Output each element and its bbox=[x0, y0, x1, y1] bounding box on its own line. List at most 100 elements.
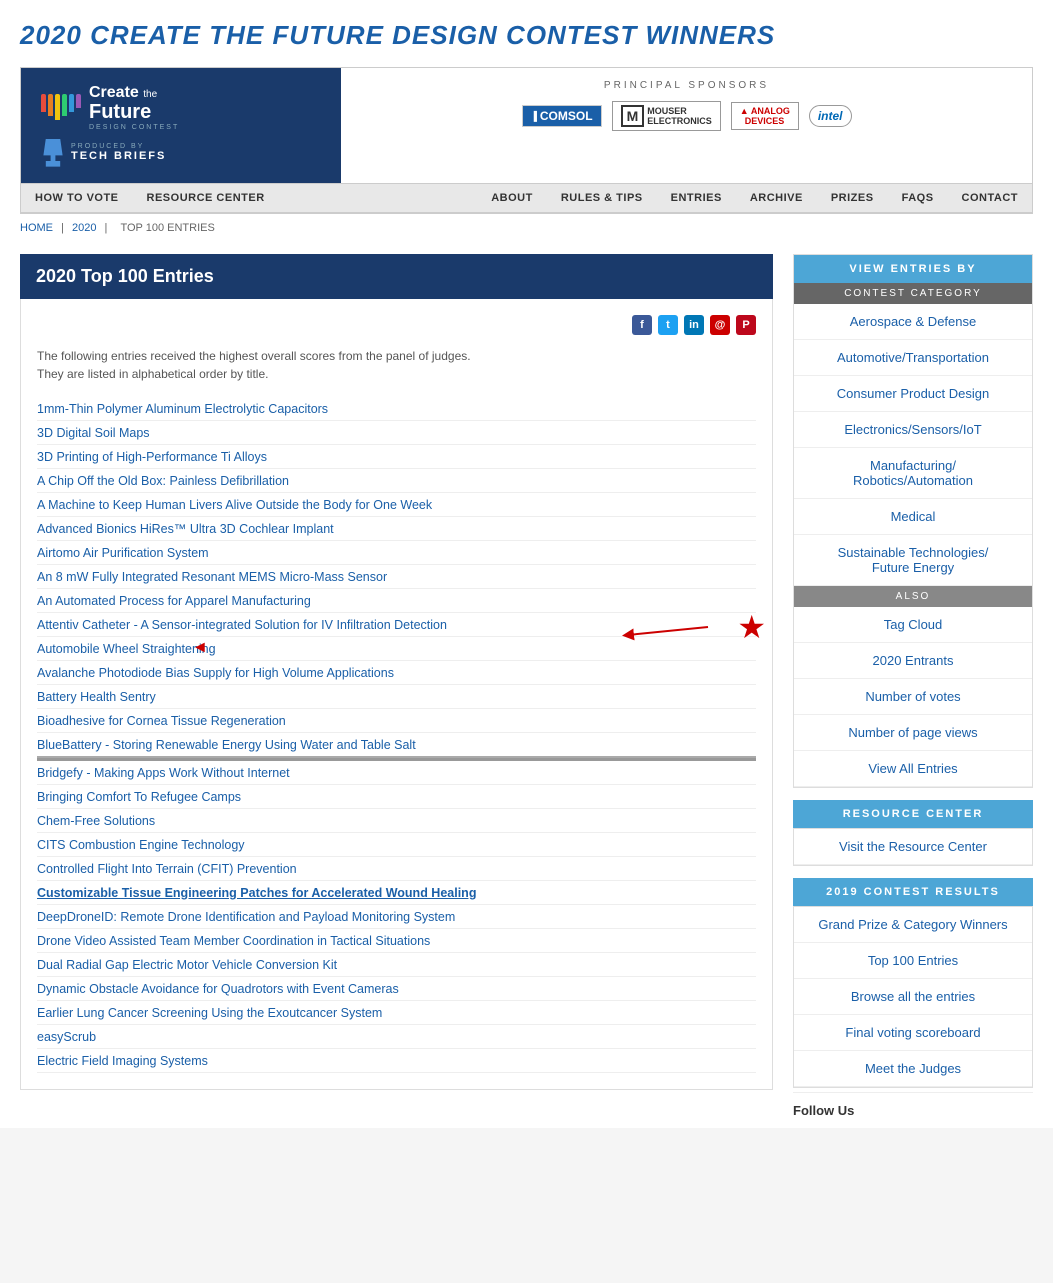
entry-link[interactable]: Chem-Free Solutions bbox=[37, 814, 155, 828]
list-item: Bringing Comfort To Refugee Camps bbox=[37, 785, 756, 809]
list-item: Advanced Bionics HiRes™ Ultra 3D Cochlea… bbox=[37, 517, 756, 541]
nav-rules-tips[interactable]: RULES & TIPS bbox=[547, 184, 657, 212]
entry-link[interactable]: Advanced Bionics HiRes™ Ultra 3D Cochlea… bbox=[37, 522, 334, 536]
entry-link[interactable]: 1mm-Thin Polymer Aluminum Electrolytic C… bbox=[37, 402, 328, 416]
main-layout: 2020 Top 100 Entries f t in @ P The foll… bbox=[20, 254, 1033, 1128]
content-area: 2020 Top 100 Entries f t in @ P The foll… bbox=[20, 254, 793, 1128]
entry-link[interactable]: An 8 mW Fully Integrated Resonant MEMS M… bbox=[37, 570, 387, 584]
breadcrumb-sep2: | bbox=[105, 222, 108, 234]
nav-how-to-vote[interactable]: HOW TO VOTE bbox=[21, 184, 133, 212]
intro-text: The following entries received the highe… bbox=[37, 347, 756, 383]
breadcrumb-home[interactable]: HOME bbox=[20, 222, 53, 234]
comsol-logo: ▐ COMSOL bbox=[522, 105, 602, 127]
entry-link[interactable]: BlueBattery - Storing Renewable Energy U… bbox=[37, 738, 416, 752]
list-item: Dual Radial Gap Electric Motor Vehicle C… bbox=[37, 953, 756, 977]
email-icon[interactable]: @ bbox=[710, 315, 730, 335]
list-item: Earlier Lung Cancer Screening Using the … bbox=[37, 1001, 756, 1025]
entry-link[interactable]: Dynamic Obstacle Avoidance for Quadrotor… bbox=[37, 982, 399, 996]
sidebar-item-medical[interactable]: Medical bbox=[794, 499, 1032, 535]
twitter-icon[interactable]: t bbox=[658, 315, 678, 335]
entry-link-attentiv[interactable]: Attentiv Catheter - A Sensor-integrated … bbox=[37, 618, 447, 632]
site-header: Create the Future DESIGN CONTEST PRODUCE… bbox=[20, 67, 1033, 214]
nav-faqs[interactable]: FAQS bbox=[888, 184, 948, 212]
entry-link[interactable]: CITS Combustion Engine Technology bbox=[37, 838, 245, 852]
sidebar-categories-block: VIEW ENTRIES BY CONTEST CATEGORY Aerospa… bbox=[793, 254, 1033, 788]
nav-right-group: ABOUT RULES & TIPS ENTRIES ARCHIVE PRIZE… bbox=[477, 184, 1032, 212]
sidebar-item-number-votes[interactable]: Number of votes bbox=[794, 679, 1032, 715]
list-item: Bridgefy - Making Apps Work Without Inte… bbox=[37, 761, 756, 785]
entry-link[interactable]: Controlled Flight Into Terrain (CFIT) Pr… bbox=[37, 862, 297, 876]
entry-link[interactable]: Bioadhesive for Cornea Tissue Regenerati… bbox=[37, 714, 286, 728]
list-item: Automobile Wheel Straightening ◄ bbox=[37, 637, 756, 661]
entry-link[interactable]: Drone Video Assisted Team Member Coordin… bbox=[37, 934, 430, 948]
linkedin-icon[interactable]: in bbox=[684, 315, 704, 335]
entry-link[interactable]: An Automated Process for Apparel Manufac… bbox=[37, 594, 311, 608]
nav-prizes[interactable]: PRIZES bbox=[817, 184, 888, 212]
breadcrumb: HOME | 2020 | TOP 100 ENTRIES bbox=[20, 214, 1033, 242]
sidebar-view-entries-title: VIEW ENTRIES BY bbox=[794, 255, 1032, 283]
entry-link[interactable]: Bridgefy - Making Apps Work Without Inte… bbox=[37, 766, 290, 780]
pinterest-icon[interactable]: P bbox=[736, 315, 756, 335]
nav-resource-center[interactable]: RESOURCE CENTER bbox=[133, 184, 279, 212]
list-item: A Machine to Keep Human Livers Alive Out… bbox=[37, 493, 756, 517]
sidebar-final-voting-scoreboard[interactable]: Final voting scoreboard bbox=[794, 1015, 1032, 1051]
nav-archive[interactable]: ARCHIVE bbox=[736, 184, 817, 212]
section-title-bar: 2020 Top 100 Entries bbox=[20, 254, 773, 299]
sidebar-item-automotive[interactable]: Automotive/Transportation bbox=[794, 340, 1032, 376]
sidebar-browse-entries[interactable]: Browse all the entries bbox=[794, 979, 1032, 1015]
nav-about[interactable]: ABOUT bbox=[477, 184, 547, 212]
sidebar-item-2020-entrants[interactable]: 2020 Entrants bbox=[794, 643, 1032, 679]
entry-link[interactable]: Electric Field Imaging Systems bbox=[37, 1054, 208, 1068]
sidebar-item-consumer[interactable]: Consumer Product Design bbox=[794, 376, 1032, 412]
sidebar-item-sustainable[interactable]: Sustainable Technologies/ Future Energy bbox=[794, 535, 1032, 586]
entry-link[interactable]: 3D Digital Soil Maps bbox=[37, 426, 150, 440]
breadcrumb-year[interactable]: 2020 bbox=[72, 222, 96, 234]
entry-link-customizable[interactable]: Customizable Tissue Engineering Patches … bbox=[37, 886, 476, 900]
page-title: 2020 CREATE THE FUTURE DESIGN CONTEST WI… bbox=[20, 20, 1033, 51]
entry-link[interactable]: Dual Radial Gap Electric Motor Vehicle C… bbox=[37, 958, 337, 972]
nav-entries[interactable]: ENTRIES bbox=[657, 184, 736, 212]
sidebar-item-tag-cloud[interactable]: Tag Cloud bbox=[794, 607, 1032, 643]
logo-create: Create the bbox=[89, 84, 179, 102]
sidebar-meet-judges[interactable]: Meet the Judges bbox=[794, 1051, 1032, 1087]
list-item: 3D Printing of High-Performance Ti Alloy… bbox=[37, 445, 756, 469]
list-item: A Chip Off the Old Box: Painless Defibri… bbox=[37, 469, 756, 493]
list-item: CITS Combustion Engine Technology bbox=[37, 833, 756, 857]
list-item: DeepDroneID: Remote Drone Identification… bbox=[37, 905, 756, 929]
sidebar-item-electronics[interactable]: Electronics/Sensors/IoT bbox=[794, 412, 1032, 448]
sidebar-top-100-entries[interactable]: Top 100 Entries bbox=[794, 943, 1032, 979]
list-item: Controlled Flight Into Terrain (CFIT) Pr… bbox=[37, 857, 756, 881]
entry-link[interactable]: A Machine to Keep Human Livers Alive Out… bbox=[37, 498, 432, 512]
facebook-icon[interactable]: f bbox=[632, 315, 652, 335]
entry-link[interactable]: A Chip Off the Old Box: Painless Defibri… bbox=[37, 474, 289, 488]
entry-link[interactable]: easyScrub bbox=[37, 1030, 96, 1044]
entry-link[interactable]: Bringing Comfort To Refugee Camps bbox=[37, 790, 241, 804]
entry-link[interactable]: Avalanche Photodiode Bias Supply for Hig… bbox=[37, 666, 394, 680]
list-item: easyScrub bbox=[37, 1025, 756, 1049]
list-item: Drone Video Assisted Team Member Coordin… bbox=[37, 929, 756, 953]
entry-link[interactable]: 3D Printing of High-Performance Ti Alloy… bbox=[37, 450, 267, 464]
nav-contact[interactable]: CONTACT bbox=[948, 184, 1032, 212]
sidebar-visit-resource-center[interactable]: Visit the Resource Center bbox=[794, 829, 1032, 865]
entry-link-automobile[interactable]: Automobile Wheel Straightening bbox=[37, 642, 216, 656]
sidebar-item-manufacturing[interactable]: Manufacturing/ Robotics/Automation bbox=[794, 448, 1032, 499]
sidebar-item-number-views[interactable]: Number of page views bbox=[794, 715, 1032, 751]
entry-link[interactable]: Airtomo Air Purification System bbox=[37, 546, 209, 560]
entry-link[interactable]: DeepDroneID: Remote Drone Identification… bbox=[37, 910, 455, 924]
entry-link[interactable]: Earlier Lung Cancer Screening Using the … bbox=[37, 1006, 382, 1020]
list-item: Airtomo Air Purification System bbox=[37, 541, 756, 565]
sidebar-item-view-all-entries[interactable]: View All Entries bbox=[794, 751, 1032, 787]
social-icons-bar: f t in @ P bbox=[37, 315, 756, 335]
sponsors-title: PRINCIPAL SPONSORS bbox=[361, 80, 1012, 91]
logo-future: Future bbox=[89, 102, 179, 122]
entry-link[interactable]: Battery Health Sentry bbox=[37, 690, 156, 704]
sidebar-contest-results-title: 2019 CONTEST RESULTS bbox=[793, 878, 1033, 906]
sidebar: VIEW ENTRIES BY CONTEST CATEGORY Aerospa… bbox=[793, 254, 1033, 1128]
list-item: Battery Health Sentry bbox=[37, 685, 756, 709]
list-item: Avalanche Photodiode Bias Supply for Hig… bbox=[37, 661, 756, 685]
sidebar-grand-prize-winners[interactable]: Grand Prize & Category Winners bbox=[794, 907, 1032, 943]
site-logo-area: Create the Future DESIGN CONTEST PRODUCE… bbox=[21, 68, 341, 183]
produced-by-label: PRODUCED BY bbox=[71, 143, 166, 150]
entry-list-below: Bridgefy - Making Apps Work Without Inte… bbox=[37, 758, 756, 1073]
sidebar-item-aerospace[interactable]: Aerospace & Defense bbox=[794, 304, 1032, 340]
